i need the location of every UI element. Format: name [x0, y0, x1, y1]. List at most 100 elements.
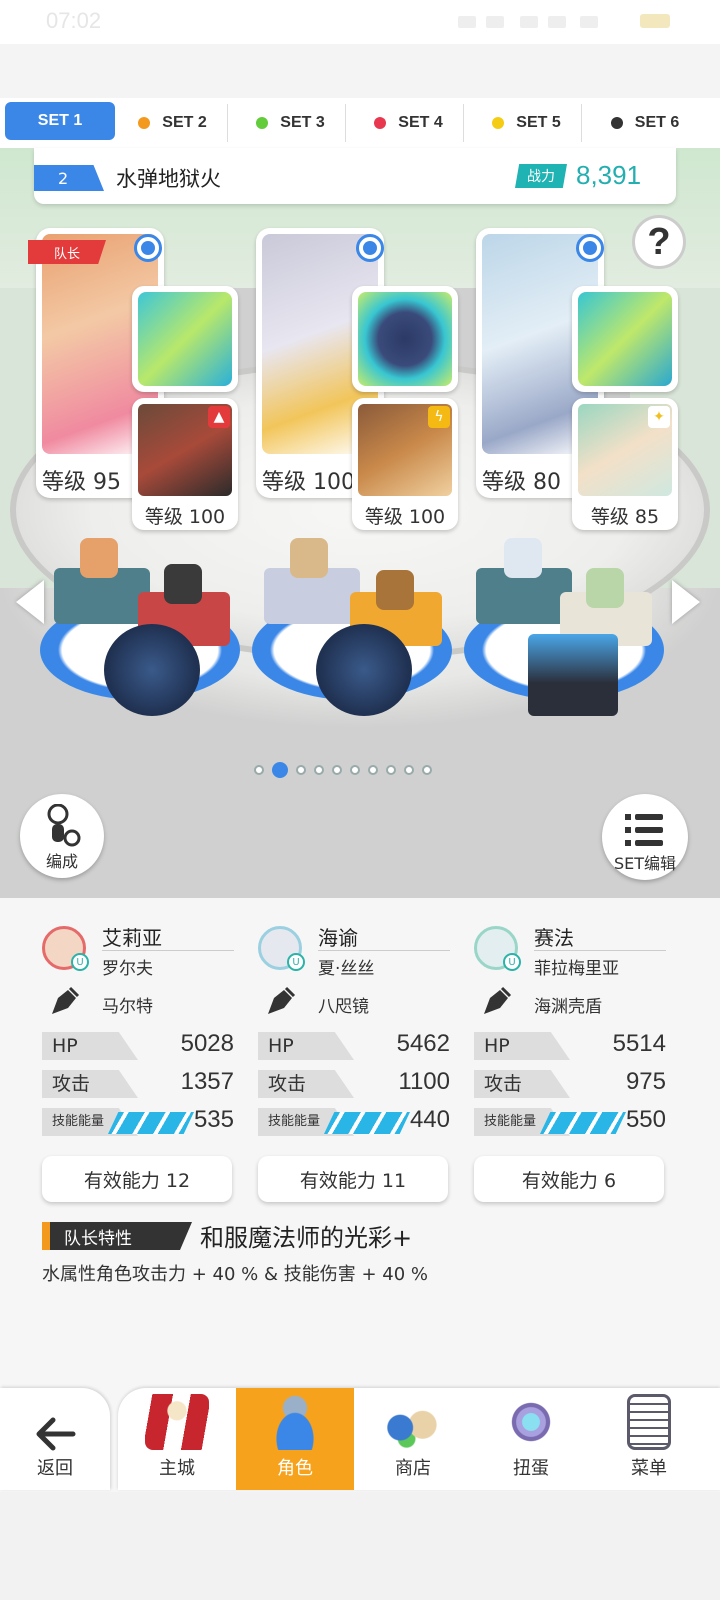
menu-icon [627, 1394, 671, 1450]
leader-trait-tag: 队长特性 [42, 1222, 192, 1250]
page-dot[interactable] [332, 765, 342, 775]
set-edit-button[interactable]: SET编辑 [602, 794, 688, 880]
attack-label: 攻击 [474, 1070, 570, 1098]
effective-ability-button[interactable]: 有效能力 12 [42, 1156, 232, 1202]
support-sprite-3 [586, 568, 624, 608]
character-level: 等级 80 [482, 470, 561, 495]
nav-item-town[interactable]: 主城 [118, 1388, 236, 1490]
attack-value: 1357 [180, 1068, 234, 1095]
support-sprite-2 [376, 570, 414, 610]
character-name: 赛法 [534, 926, 574, 950]
set-tabs: SET 1 SET 2 SET 3 SET 4 SET 5 SET 6 [0, 98, 720, 148]
hp-value: 5514 [612, 1030, 666, 1057]
hp-value: 5462 [396, 1030, 450, 1057]
mirror-weapon-icon [358, 292, 452, 386]
page-dot[interactable] [368, 765, 378, 775]
effective-ability-button[interactable]: 有效能力 6 [474, 1156, 664, 1202]
hp-row: HP 5028 [42, 1030, 234, 1060]
avatar[interactable]: U [474, 926, 521, 971]
support-card-1[interactable]: ▲ 等级 100 [132, 398, 238, 530]
team-number: 2 [34, 165, 104, 191]
support-level: 等级 100 [364, 506, 446, 528]
character-sprite-2 [290, 538, 328, 578]
character-sprite-3 [504, 538, 542, 578]
avatar[interactable]: U [42, 926, 89, 971]
attack-label: 攻击 [42, 1070, 138, 1098]
support-card-3[interactable]: ✦ 等级 85 [572, 398, 678, 530]
formation-button[interactable]: 编成 [20, 794, 104, 878]
back-label: 返回 [37, 1458, 73, 1479]
energy-value: 550 [625, 1106, 666, 1133]
hp-value: 5028 [180, 1030, 234, 1057]
power-value: 8,391 [576, 160, 642, 190]
support-sprite-1 [164, 564, 202, 604]
page-dot[interactable] [386, 765, 396, 775]
character-subname: 罗尔夫 [102, 959, 153, 979]
selected-radio-icon[interactable] [356, 234, 384, 262]
weapon-display-3 [528, 634, 618, 716]
set-edit-label: SET编辑 [613, 854, 677, 873]
tab-set-1[interactable]: SET 1 [5, 102, 115, 140]
nav-item-gacha[interactable]: 扭蛋 [472, 1388, 590, 1490]
weapon-name: 海渊壳盾 [534, 997, 602, 1017]
nav-label: 主城 [159, 1458, 195, 1479]
attack-value: 975 [625, 1068, 666, 1095]
energy-row: 技能能量 535 [42, 1106, 234, 1136]
power-label: 战力 [515, 164, 567, 188]
nav-item-menu[interactable]: 菜单 [590, 1388, 708, 1490]
character-subname: 菲拉梅里亚 [534, 959, 619, 979]
page-dot[interactable] [296, 765, 306, 775]
help-button[interactable]: ? [632, 215, 686, 269]
weapon-card-2[interactable] [352, 286, 458, 392]
wifi-icon [520, 16, 538, 28]
weapon-card-3[interactable] [572, 286, 678, 392]
attack-row: 攻击 1357 [42, 1068, 234, 1098]
page-dot[interactable] [404, 765, 414, 775]
weapon-type-icon [268, 986, 296, 1014]
tab-set-5[interactable]: SET 5 [472, 104, 582, 142]
formation-icon [47, 804, 81, 847]
nfc-icon [458, 16, 476, 28]
effective-ability-button[interactable]: 有效能力 11 [258, 1156, 448, 1202]
character-subname: 夏·丝丝 [318, 959, 375, 979]
weapon-type-icon [52, 986, 80, 1014]
hp-row: HP 5514 [474, 1030, 666, 1060]
energy-value: 535 [193, 1106, 234, 1133]
weapon-name: 八咫镜 [318, 997, 369, 1017]
weapon-display-1 [104, 624, 200, 716]
orange-dot-icon [138, 117, 151, 129]
nav-item-character[interactable]: 角色 [236, 1388, 354, 1490]
tab-set-6[interactable]: SET 6 [590, 104, 700, 142]
next-arrow-icon[interactable] [672, 580, 700, 624]
list-icon [625, 814, 663, 846]
alarm-icon [486, 16, 504, 28]
staff-weapon-icon [138, 292, 232, 386]
prev-arrow-icon[interactable] [16, 580, 44, 624]
tab-set-2[interactable]: SET 2 [118, 104, 228, 142]
nav-item-shop[interactable]: 商店 [354, 1388, 472, 1490]
tab-set-3[interactable]: SET 3 [236, 104, 346, 142]
selected-radio-icon[interactable] [134, 234, 162, 262]
support-card-2[interactable]: ϟ 等级 100 [352, 398, 458, 530]
unit-badge-icon: U [503, 953, 521, 971]
back-button[interactable]: 返回 [0, 1388, 110, 1490]
page-dot-active[interactable] [272, 762, 288, 778]
town-icon [145, 1394, 209, 1450]
team-name: 水弹地狱火 [116, 167, 221, 191]
system-nav-bar [0, 1492, 720, 1600]
leader-flag: 队长 [28, 240, 106, 264]
attack-row: 攻击 1100 [258, 1068, 450, 1098]
back-arrow-icon [36, 1417, 76, 1451]
energy-row: 技能能量 440 [258, 1106, 450, 1136]
page-dot[interactable] [254, 765, 264, 775]
page-dot[interactable] [422, 765, 432, 775]
page-dot[interactable] [314, 765, 324, 775]
divider [318, 950, 450, 951]
tab-set-4[interactable]: SET 4 [354, 104, 464, 142]
weapon-card-1[interactable] [132, 286, 238, 392]
selected-radio-icon[interactable] [576, 234, 604, 262]
avatar[interactable]: U [258, 926, 305, 971]
page-dot[interactable] [350, 765, 360, 775]
hp-label: HP [42, 1032, 138, 1060]
energy-row: 技能能量 550 [474, 1106, 666, 1136]
